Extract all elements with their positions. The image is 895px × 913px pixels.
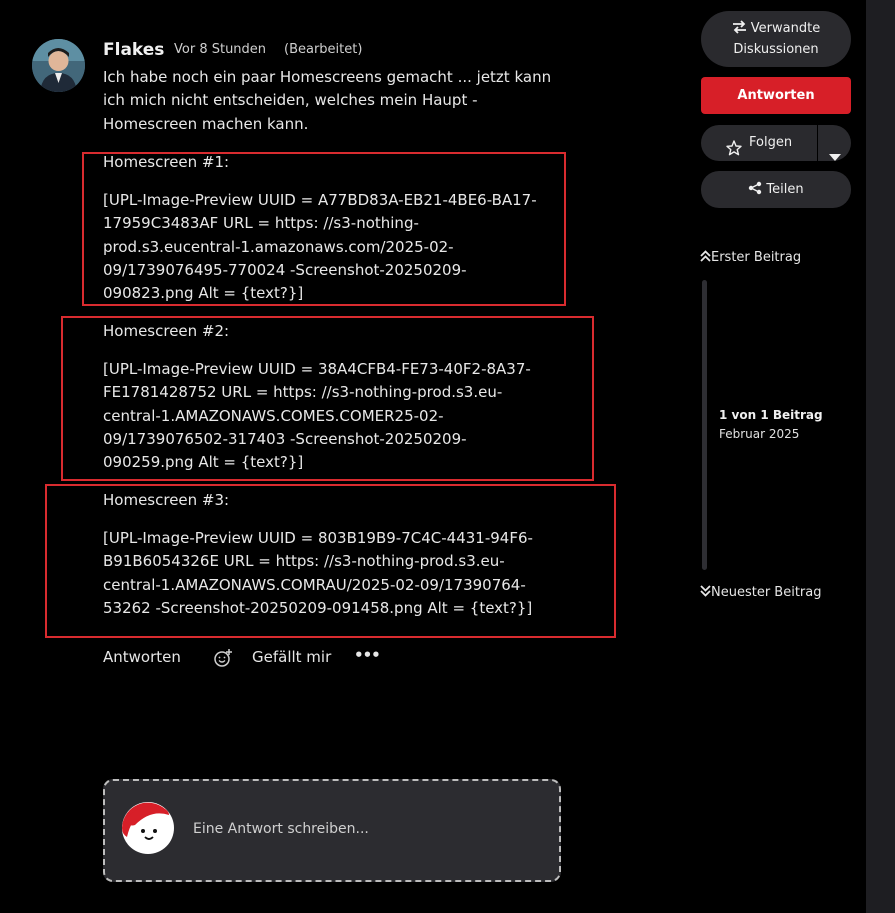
block-title-3: Homescreen #3:: [103, 491, 230, 509]
block-title-2: Homescreen #2:: [103, 322, 230, 340]
follow-label: Folgen: [749, 135, 793, 150]
post-timestamp[interactable]: Vor 8 Stunden: [174, 42, 266, 57]
share-button[interactable]: Teilen: [701, 171, 851, 208]
author-name[interactable]: Flakes: [103, 40, 164, 60]
more-icon[interactable]: •••: [354, 646, 381, 664]
reply-composer[interactable]: Eine Antwort schreiben...: [103, 779, 561, 882]
like-button[interactable]: Gefällt mir: [252, 648, 331, 666]
add-reaction-icon[interactable]: [213, 648, 233, 672]
post-intro: Ich habe noch ein paar Homescreens gemac…: [103, 68, 552, 133]
related-label-2: Diskussionen: [733, 42, 819, 57]
block-title-1: Homescreen #1:: [103, 153, 230, 171]
timeline-position: 1 von 1 Beitrag: [719, 408, 823, 422]
edited-badge[interactable]: (Bearbeitet): [284, 42, 362, 57]
block-text-2: [UPL-Image-Preview UUID = 38A4CFB4-FE73-…: [103, 360, 531, 472]
reply-placeholder[interactable]: Eine Antwort schreiben...: [193, 821, 369, 837]
follow-button-group: Folgen: [701, 125, 851, 161]
timeline-last-label: Neuester Beitrag: [711, 585, 822, 600]
block-text-1: [UPL-Image-Preview UUID = A77BD83A-EB21-…: [103, 191, 537, 303]
follow-options-dropdown[interactable]: [818, 125, 851, 161]
double-chevron-up-icon: [700, 250, 711, 266]
user-avatar: [121, 801, 175, 855]
share-label: Teilen: [766, 182, 804, 197]
timeline-date: Februar 2025: [719, 427, 800, 441]
timeline-latest-post[interactable]: Neuester Beitrag: [700, 585, 822, 601]
follow-button[interactable]: Folgen: [701, 125, 817, 161]
page-scrollbar[interactable]: [866, 0, 895, 913]
block-text-3: [UPL-Image-Preview UUID = 803B19B9-7C4C-…: [103, 529, 533, 617]
reply-button[interactable]: Antworten: [701, 77, 851, 114]
share-icon: [748, 173, 762, 210]
star-icon: [726, 135, 742, 171]
related-label-1: Verwandte: [750, 21, 821, 36]
timeline-first-post[interactable]: Erster Beitrag: [700, 250, 801, 266]
related-discussions-button[interactable]: Verwandte Diskussionen: [701, 11, 851, 67]
follow-divider: [817, 125, 818, 161]
reply-link[interactable]: Antworten: [103, 648, 181, 666]
timeline-scrubber[interactable]: [702, 280, 707, 570]
timeline-first-label: Erster Beitrag: [711, 250, 802, 265]
swap-arrows-icon: [732, 20, 747, 40]
double-chevron-down-icon: [700, 585, 711, 601]
author-avatar[interactable]: [32, 39, 85, 92]
